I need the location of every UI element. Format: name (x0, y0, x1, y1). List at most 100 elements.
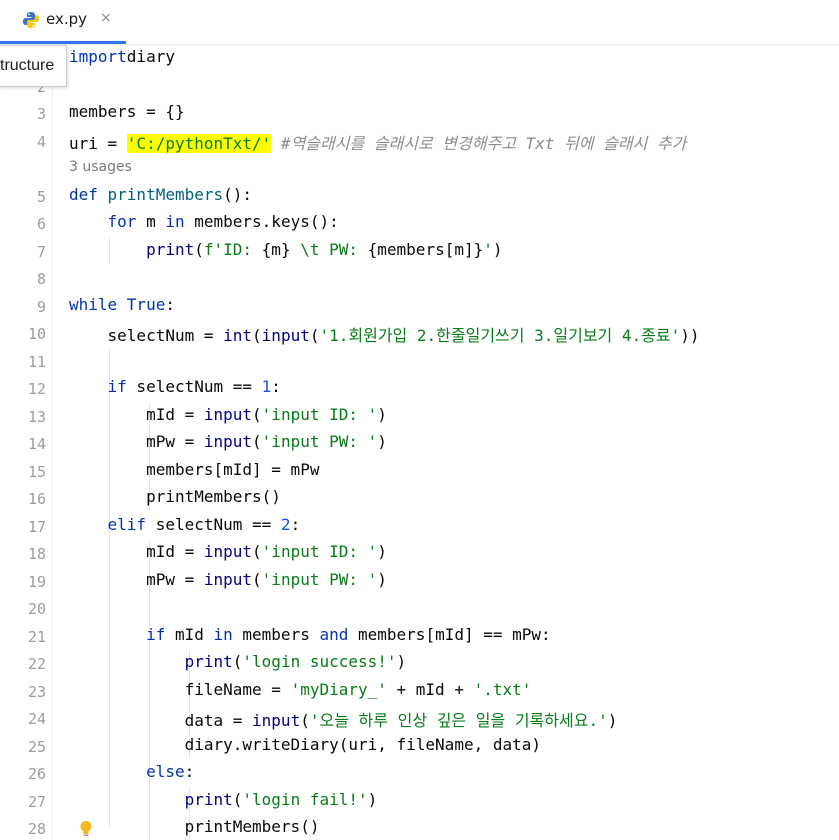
code-token: + mId + (386, 679, 474, 699)
code-token: 'input PW: ' (261, 432, 378, 451)
code-token: int (223, 326, 253, 345)
code-token: #역슬래시를 슬래시로 변경해주고 Txt 뒤에 슬래시 추가 (271, 133, 687, 153)
code-token: 'login success!' (242, 652, 397, 671)
code-token: : (165, 294, 175, 314)
line-number: 4 (36, 132, 46, 151)
code-token: uri = (69, 133, 127, 153)
code-token: ( (252, 542, 262, 561)
code-token: mId = (69, 404, 204, 424)
code-token: printMembers (107, 184, 224, 204)
code-token: '.txt' (473, 679, 532, 699)
code-token: ) (607, 711, 618, 730)
code-line: members = {} (69, 102, 185, 121)
tab-ex-py[interactable]: ex.py × (0, 0, 126, 44)
line-number: 5 (36, 187, 46, 206)
code-line: elif selectNum == 2: (69, 514, 301, 534)
code-token: printMembers() (69, 487, 281, 506)
code-line: print(f'ID: {m} \t PW: {members[m]}') (69, 239, 503, 259)
code-line: def printMembers(): (69, 185, 252, 204)
code-line: uri = 'C:/pythonTxt/' #역슬래시를 슬래시로 변경해주고 … (69, 130, 686, 154)
code-token: elif (69, 514, 147, 534)
code-token: ) (377, 569, 387, 589)
close-icon[interactable]: × (100, 10, 112, 26)
code-token: print (69, 239, 195, 259)
code-line: printMembers() (69, 487, 281, 506)
code-token: ( (232, 652, 243, 671)
code-token: input (252, 711, 301, 730)
code-token: mPw = (69, 569, 204, 589)
code-token: and (319, 624, 349, 644)
code-token: ( (300, 711, 310, 730)
code-token: members = {} (69, 102, 185, 121)
code-token: ) (377, 432, 387, 451)
line-number: 23 (27, 682, 46, 701)
code-line: mId = input('input ID: ') (69, 405, 387, 424)
code-token: ) (492, 239, 503, 259)
code-line: members[mId] = mPw (69, 460, 319, 479)
code-token: )) (680, 326, 700, 345)
code-token: 'login fail!' (242, 789, 368, 809)
code-token: in (165, 212, 185, 231)
code-token: ( (252, 404, 262, 424)
line-number: 3 (36, 105, 46, 123)
line-number: 9 (36, 297, 46, 316)
line-number: 21 (27, 627, 46, 646)
code-token: 1 (261, 377, 272, 396)
code-token: True (126, 294, 166, 314)
code-token: selectNum == (146, 514, 281, 534)
code-token: input (203, 542, 253, 561)
line-number: 26 (27, 765, 46, 783)
code-token: selectNum = (69, 326, 224, 345)
code-token: ( (232, 789, 243, 809)
line-number: 13 (27, 407, 46, 426)
code-token: else (69, 762, 185, 781)
structure-tool-button[interactable]: tructure (0, 45, 68, 87)
code-token: input (261, 326, 310, 345)
code-token: mId (165, 624, 214, 644)
code-token: '오늘 하루 인상 깊은 일을 기록하세요.' (309, 711, 608, 730)
code-token: 'input PW: ' (261, 569, 378, 589)
code-token: for (69, 212, 137, 231)
code-line: print('login fail!') (69, 789, 378, 809)
code-token: ( (252, 326, 262, 345)
code-token: mPw = (69, 432, 204, 451)
code-token: fileName = (69, 679, 291, 699)
python-file-icon (23, 12, 39, 28)
code-token: input (203, 569, 253, 589)
code-line: if selectNum == 1: (69, 377, 281, 396)
code-token: def (69, 184, 108, 204)
line-number: 25 (27, 737, 46, 756)
line-number: 10 (27, 325, 46, 343)
code-token: 'input ID: ' (261, 404, 378, 424)
line-number: 15 (27, 462, 46, 481)
code-line: else: (69, 762, 194, 781)
line-number: 22 (27, 655, 46, 673)
code-token: ) (396, 652, 407, 671)
line-number: 19 (27, 572, 46, 591)
line-number: 16 (27, 490, 46, 508)
code-token: ) (377, 404, 387, 424)
code-token: ( (252, 432, 262, 451)
code-token: f'ID: (203, 239, 262, 259)
code-token: ) (367, 789, 378, 809)
code-token: : (290, 514, 301, 534)
code-token: members[mId] = mPw (69, 459, 320, 479)
code-token: in (213, 624, 233, 644)
code-token: diary (126, 47, 175, 66)
usages-hint[interactable]: 3 usages (69, 159, 132, 175)
line-number: 11 (27, 352, 46, 371)
line-number: 8 (36, 270, 46, 288)
gutter-divider (52, 60, 53, 840)
code-token: '1.회원가입 2.한줄일기쓰기 3.일기보기 4.종료' (319, 326, 681, 345)
code-token: members (232, 624, 320, 644)
code-token: : (271, 377, 281, 396)
line-number: 27 (27, 792, 46, 811)
code-token: \t PW: (290, 239, 368, 259)
code-token: data = (69, 711, 253, 730)
code-token: ( (194, 239, 204, 259)
code-token: input (203, 432, 253, 451)
code-token: members.keys(): (184, 212, 339, 231)
code-token: if (69, 624, 166, 644)
code-token: 2 (280, 514, 291, 534)
code-line: diary.writeDiary(uri, fileName, data) (69, 735, 541, 754)
